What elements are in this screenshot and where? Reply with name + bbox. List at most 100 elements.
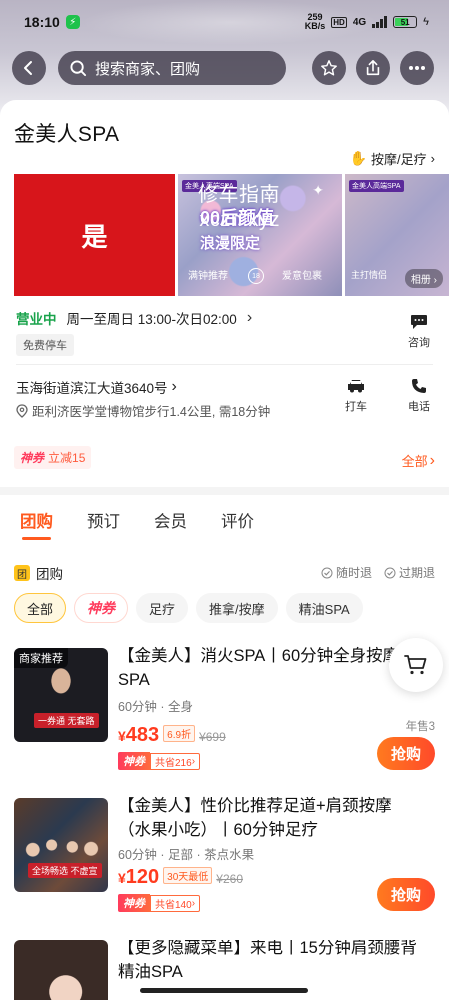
chevron-right-icon: › [171, 378, 177, 395]
taxi-button[interactable]: 打车 [336, 378, 376, 414]
phone-icon [412, 379, 426, 393]
filter-essential-oil-spa[interactable]: 精油SPA [285, 593, 363, 623]
status-bar: 18:10 ⚡ 259 KB/s HD 4G 51 ϟ [0, 0, 449, 44]
gallery-photo-1[interactable]: 是 [14, 174, 175, 296]
hd-icon: HD [331, 16, 347, 28]
original-price: ¥260 [216, 872, 243, 886]
photo-gallery[interactable]: 是 金美人高端SPA ✦ 00后颜值 浪漫限定 满钟推荐 爱意包裹 18 金美人… [14, 174, 449, 296]
deal-item[interactable]: 商家推荐 一券通 无套路 【金美人】消火SPA丨60分钟全身按摩SPA 60分钟… [14, 647, 435, 778]
share-button[interactable] [356, 51, 390, 85]
address-text: 玉海街道滨江大道3640号 [16, 381, 168, 396]
phone-label: 电话 [408, 401, 430, 413]
gallery-photo-2-foot-left: 满钟推荐 [188, 271, 228, 282]
tab-membership[interactable]: 会员 [154, 508, 187, 532]
taxi-label: 打车 [345, 401, 367, 413]
consult-button[interactable]: 咨询 [399, 314, 439, 350]
price-row: ¥120 30天最低 ¥260 [118, 866, 243, 889]
home-indicator[interactable] [140, 988, 308, 993]
search-icon [70, 59, 87, 76]
sparkle-icon: ✦ [312, 182, 324, 198]
gallery-photo-2-subtitle: 浪漫限定 [200, 235, 261, 252]
filter-all[interactable]: 全部 [14, 593, 67, 623]
currency-symbol: ¥ [118, 870, 126, 886]
album-button[interactable]: 相册 › [404, 269, 443, 288]
search-input[interactable]: 搜索商家、团购 [58, 51, 286, 85]
address-link[interactable]: 玉海街道滨江大道3640号 › [16, 377, 177, 397]
savings-text: 共省140 [155, 899, 192, 911]
business-hours[interactable]: 营业中 周一至周日 13:00-次日02:00 › [16, 308, 252, 328]
anytime-refund-label: 随时退 [335, 566, 372, 580]
deal-thumbnail: 全场畅选 不虚宣 [14, 798, 108, 892]
chevron-left-icon [24, 61, 32, 75]
deal-price: ¥483 [118, 724, 159, 747]
deal-thumbnail [14, 940, 108, 1000]
price-value: 120 [125, 866, 160, 888]
star-icon [321, 60, 337, 76]
store-name: 金美人SPA [14, 123, 120, 146]
charging-icon: ϟ [423, 16, 429, 28]
tab-group-buy[interactable]: 团购 [20, 508, 53, 540]
section-title: 团购 [36, 567, 63, 582]
expiry-refund-policy: 过期退 [384, 564, 435, 581]
merchant-recommend-badge: 商家推荐 [14, 648, 68, 668]
age-badge: 18 [248, 268, 264, 284]
buy-button[interactable]: 抢购 [377, 737, 435, 770]
gallery-photo-2-foot-right: 爱意包裹 [282, 271, 322, 282]
car-icon [348, 380, 364, 393]
buy-button[interactable]: 抢购 [377, 878, 435, 911]
phone-button[interactable]: 电话 [399, 378, 439, 414]
tab-reviews[interactable]: 评价 [221, 508, 254, 532]
deal-title: 【金美人】性价比推荐足道+肩颈按摩（水果小吃）丨60分钟足疗 [118, 797, 392, 839]
group-buy-icon: 团 [14, 565, 30, 581]
coupon-savings: 神券 共省140 › [118, 894, 201, 912]
back-button[interactable] [12, 51, 46, 85]
savings-tag: 共省140 › [150, 894, 201, 912]
favorite-button[interactable] [312, 51, 346, 85]
category-label: 按摩/足疗 [371, 152, 427, 167]
filter-massage[interactable]: 推拿/按摩 [196, 593, 278, 623]
network-speed-unit: KB/s [304, 21, 326, 31]
deal-title: 【金美人】消火SPA丨60分钟全身按摩SPA [118, 647, 400, 689]
parking-badge: 免费停车 [16, 334, 74, 356]
cart-button[interactable] [389, 638, 443, 692]
price-row: ¥483 6.9折 ¥699 [118, 724, 226, 747]
gallery-photo-3-footer: 主打情侣 [351, 270, 388, 280]
shen-coupon-label: 神券 [20, 451, 45, 465]
more-button[interactable] [400, 51, 434, 85]
share-icon [366, 59, 380, 76]
filter-foot-therapy[interactable]: 足疗 [136, 593, 189, 623]
gallery-photo-1-text: 是 [81, 221, 108, 252]
group-buy-section-title: 团 团购 [14, 563, 63, 583]
consult-label: 咨询 [408, 337, 430, 349]
chevron-right-icon: › [429, 451, 435, 469]
yearly-sales: 年售3 [405, 721, 435, 733]
watermark-line-1: 修车指南 [198, 184, 280, 206]
thumbnail-caption: 一券通 无套路 [34, 713, 99, 728]
battery-icon: 51 [393, 16, 418, 28]
network-type: 4G [352, 16, 367, 28]
all-coupons-link[interactable]: 全部 › [402, 451, 435, 470]
coupon-savings: 神券 共省216 › [118, 752, 201, 770]
check-circle-icon [321, 567, 333, 578]
massage-hand-icon: ✋ [349, 150, 368, 166]
price-value: 483 [125, 724, 160, 746]
open-status: 营业中 [16, 312, 57, 327]
category-link[interactable]: ✋ 按摩/足疗 › [350, 149, 435, 168]
tab-booking[interactable]: 预订 [87, 508, 120, 532]
filter-chips: 全部 神券 足疗 推拿/按摩 精油SPA [14, 593, 363, 623]
tab-bar: 团购 预订 会员 评价 [20, 508, 254, 540]
app-notification-icon: ⚡ [65, 15, 80, 29]
filter-shen-coupon[interactable]: 神券 [74, 593, 129, 623]
anytime-refund-policy: 随时退 [321, 564, 372, 581]
deal-price: ¥120 [118, 866, 159, 889]
divider [16, 364, 433, 365]
all-coupons-label: 全部 [401, 454, 428, 469]
deal-meta: 60分钟 · 全身 [118, 700, 194, 714]
deal-item[interactable]: 全场畅选 不虚宣 【金美人】性价比推荐足道+肩颈按摩（水果小吃）丨60分钟足疗 … [14, 797, 435, 928]
chat-icon [411, 315, 427, 329]
coupon-badge[interactable]: 神券 立减15 [14, 446, 92, 469]
gallery-photo-3[interactable]: 金美人高端SPA 主打情侣 相册 › [345, 174, 449, 296]
signal-icon [372, 16, 388, 28]
original-price: ¥699 [199, 730, 226, 744]
section-separator [0, 487, 449, 495]
